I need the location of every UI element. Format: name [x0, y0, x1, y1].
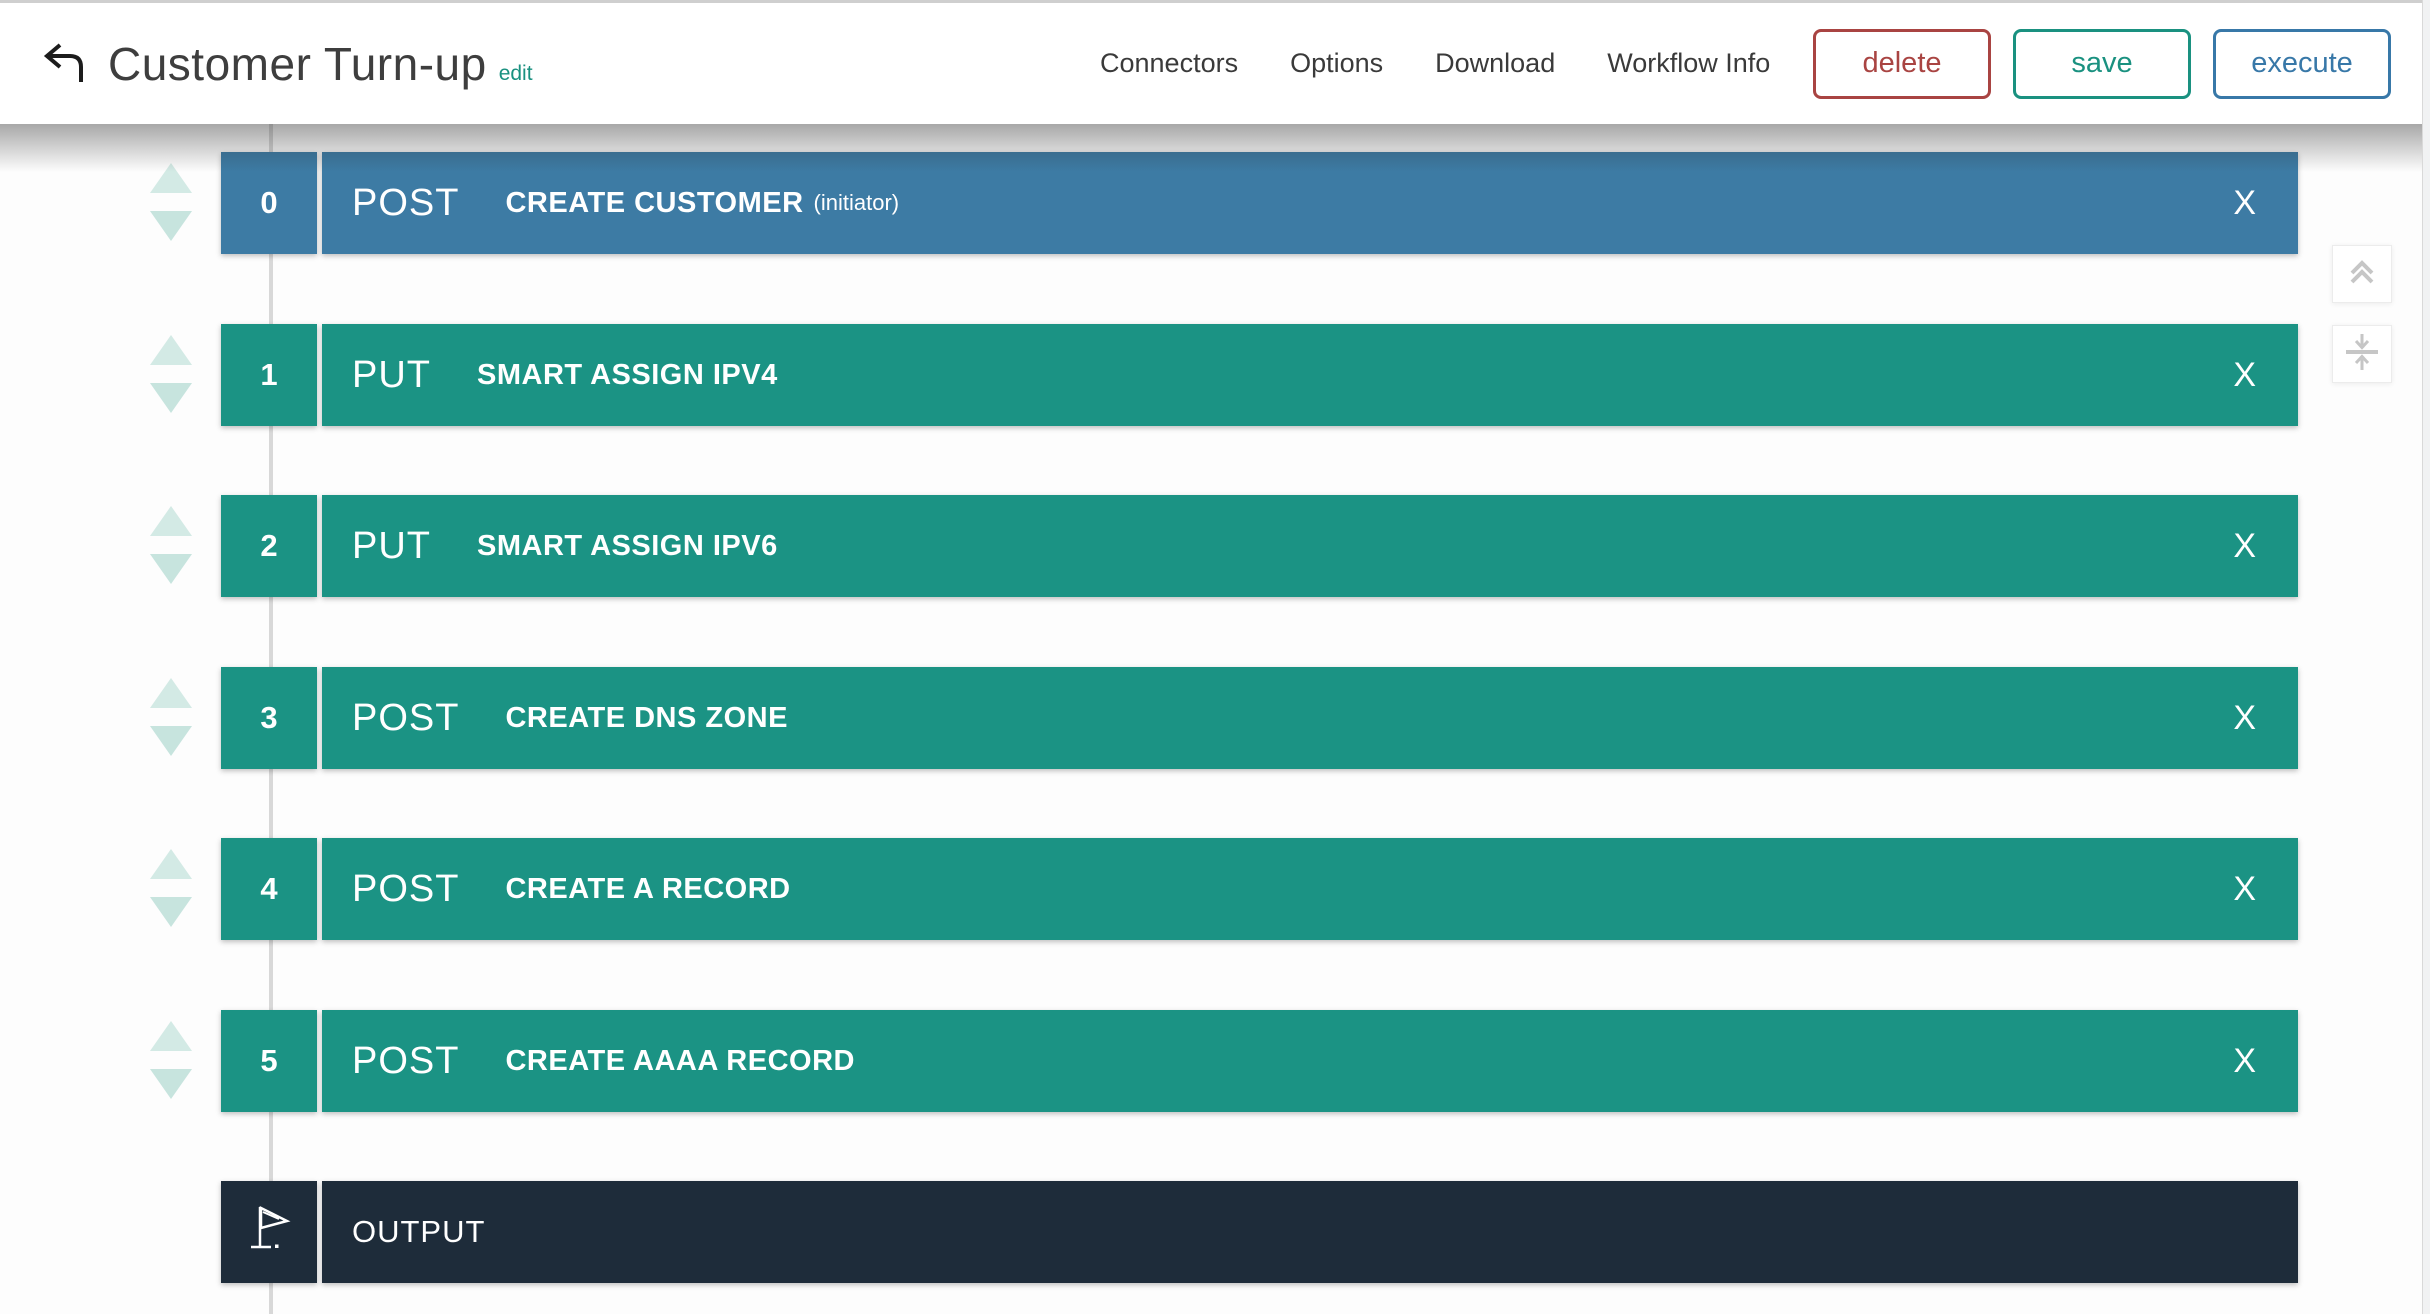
- step-name: CREATE A RECORD: [505, 873, 790, 906]
- reorder-arrows: [150, 495, 192, 597]
- step-note: (initiator): [814, 190, 900, 216]
- output-flag-badge: [221, 1181, 317, 1283]
- back-arrow-icon: [36, 40, 88, 91]
- step-method: POST: [352, 868, 459, 911]
- step-name: CREATE AAAA RECORD: [505, 1045, 854, 1078]
- remove-step-button[interactable]: X: [2227, 870, 2262, 909]
- back-button[interactable]: [34, 39, 90, 91]
- step-index-badge: 5: [221, 1010, 317, 1112]
- step-row-2: 2 PUT SMART ASSIGN IPV6 X: [0, 495, 2298, 597]
- step-name: CREATE DNS ZONE: [505, 702, 787, 735]
- reorder-arrows: [150, 838, 192, 940]
- step-row-0: 0 POST CREATE CUSTOMER (initiator) X: [0, 152, 2298, 254]
- remove-step-button[interactable]: X: [2227, 699, 2262, 738]
- reorder-arrows: [150, 1010, 192, 1112]
- step-bar[interactable]: POST CREATE DNS ZONE X: [322, 667, 2298, 769]
- step-index-badge: 3: [221, 667, 317, 769]
- nav-item-options[interactable]: Options: [1290, 48, 1383, 79]
- output-bar[interactable]: OUTPUT: [322, 1181, 2298, 1283]
- move-down-button[interactable]: [150, 554, 192, 584]
- execute-button[interactable]: execute: [2213, 29, 2391, 99]
- reorder-arrows: [150, 667, 192, 769]
- move-up-button[interactable]: [150, 849, 192, 879]
- reorder-arrows: [150, 152, 192, 254]
- output-label: OUTPUT: [352, 1214, 485, 1250]
- collapse-vertical-icon: [2341, 330, 2383, 379]
- step-row-5: 5 POST CREATE AAAA RECORD X: [0, 1010, 2298, 1112]
- header-actions: delete save execute: [1813, 3, 2391, 124]
- step-index-badge: 1: [221, 324, 317, 426]
- move-down-button[interactable]: [150, 211, 192, 241]
- save-button[interactable]: save: [2013, 29, 2191, 99]
- title-group: Customer Turn-up edit: [108, 3, 533, 124]
- nav-item-connectors[interactable]: Connectors: [1100, 48, 1238, 79]
- step-bar[interactable]: POST CREATE CUSTOMER (initiator) X: [322, 152, 2298, 254]
- edit-link[interactable]: edit: [499, 62, 533, 86]
- step-name: CREATE CUSTOMER: [505, 187, 803, 220]
- collapse-all-button[interactable]: [2332, 325, 2392, 383]
- move-down-button[interactable]: [150, 726, 192, 756]
- scroll-to-top-button[interactable]: [2332, 245, 2392, 303]
- header-nav: Connectors Options Download Workflow Inf…: [1100, 3, 1770, 124]
- double-chevron-up-icon: [2342, 252, 2382, 297]
- step-index-badge: 4: [221, 838, 317, 940]
- step-row-3: 3 POST CREATE DNS ZONE X: [0, 667, 2298, 769]
- remove-step-button[interactable]: X: [2227, 527, 2262, 566]
- step-row-4: 4 POST CREATE A RECORD X: [0, 838, 2298, 940]
- remove-step-button[interactable]: X: [2227, 184, 2262, 223]
- step-method: PUT: [352, 354, 431, 397]
- nav-item-workflow-info[interactable]: Workflow Info: [1607, 48, 1770, 79]
- flag-icon: [246, 1199, 292, 1265]
- move-down-button[interactable]: [150, 383, 192, 413]
- move-down-button[interactable]: [150, 897, 192, 927]
- scrollbar-track[interactable]: [2422, 0, 2430, 1314]
- step-method: POST: [352, 1040, 459, 1083]
- top-border-line: [0, 0, 2430, 3]
- step-name: SMART ASSIGN IPV4: [477, 359, 778, 392]
- move-down-button[interactable]: [150, 1069, 192, 1099]
- move-up-button[interactable]: [150, 506, 192, 536]
- move-up-button[interactable]: [150, 335, 192, 365]
- step-name: SMART ASSIGN IPV6: [477, 530, 778, 563]
- step-bar[interactable]: POST CREATE AAAA RECORD X: [322, 1010, 2298, 1112]
- step-method: PUT: [352, 525, 431, 568]
- step-row-1: 1 PUT SMART ASSIGN IPV4 X: [0, 324, 2298, 426]
- step-bar[interactable]: PUT SMART ASSIGN IPV4 X: [322, 324, 2298, 426]
- output-row: OUTPUT: [0, 1181, 2298, 1283]
- page-title: Customer Turn-up: [108, 37, 487, 91]
- step-index-badge: 0: [221, 152, 317, 254]
- remove-step-button[interactable]: X: [2227, 1042, 2262, 1081]
- reorder-arrows: [150, 324, 192, 426]
- header-bar: Customer Turn-up edit Connectors Options…: [0, 3, 2430, 124]
- remove-step-button[interactable]: X: [2227, 356, 2262, 395]
- move-up-button[interactable]: [150, 678, 192, 708]
- move-up-button[interactable]: [150, 163, 192, 193]
- step-method: POST: [352, 182, 459, 225]
- move-up-button[interactable]: [150, 1021, 192, 1051]
- nav-item-download[interactable]: Download: [1435, 48, 1555, 79]
- step-bar[interactable]: PUT SMART ASSIGN IPV6 X: [322, 495, 2298, 597]
- step-index-badge: 2: [221, 495, 317, 597]
- step-bar[interactable]: POST CREATE A RECORD X: [322, 838, 2298, 940]
- step-method: POST: [352, 697, 459, 740]
- delete-button[interactable]: delete: [1813, 29, 1991, 99]
